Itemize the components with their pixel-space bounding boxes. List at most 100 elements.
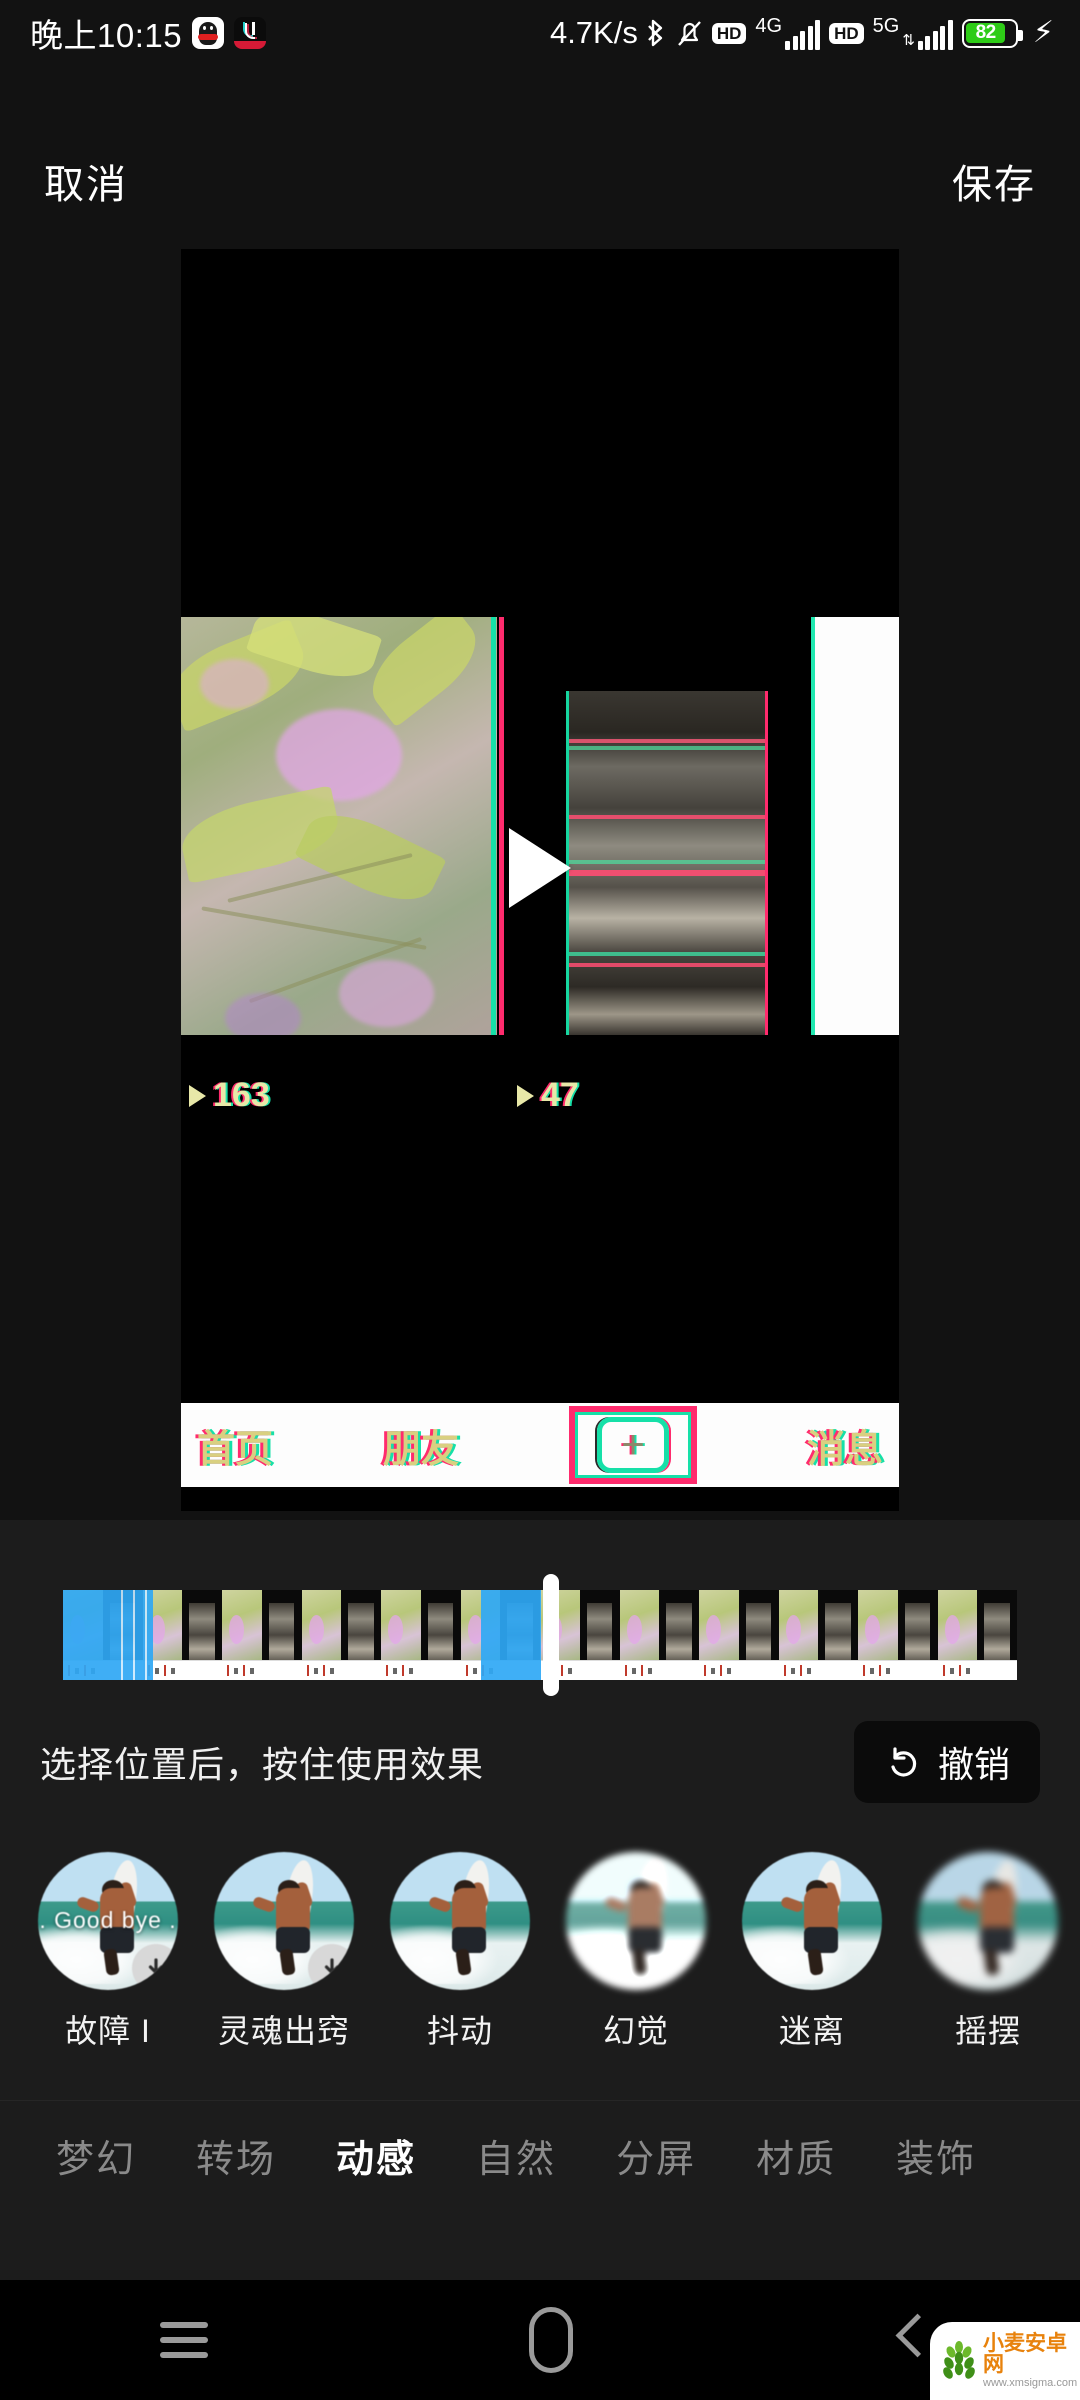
- network-label-sim1: 4G: [755, 15, 783, 37]
- left-clip-view-number: 163: [213, 1076, 270, 1114]
- editor-top-bar: 取消 保存: [0, 126, 1080, 236]
- signal-sim1: 4G: [755, 15, 821, 50]
- effect-label: 故障 I: [65, 2013, 151, 2049]
- timeline-frame: [142, 1590, 222, 1680]
- hint-row: 选择位置后，按住使用效果 撤销: [0, 1716, 1080, 1808]
- inner-nav-friends: 朋友: [383, 1428, 460, 1471]
- tab-dreamy[interactable]: 梦幻: [26, 2128, 166, 2183]
- save-button[interactable]: 保存: [952, 152, 1036, 210]
- category-tab-bar: 梦幻 转场 动感 自然 分屏 材质 装饰: [0, 2100, 1080, 2210]
- status-time: 晚上10:15: [30, 17, 183, 54]
- effect-label: 摇摆: [954, 2013, 1021, 2049]
- effect-thumbnail: [390, 1852, 530, 1990]
- effect-item-dazzle[interactable]: 迷离: [742, 1852, 882, 2052]
- menu-icon[interactable]: [160, 2313, 209, 2367]
- home-icon[interactable]: [528, 2307, 573, 2373]
- signal-bars-sim1: [785, 20, 821, 50]
- timeline-playhead[interactable]: [543, 1574, 559, 1696]
- timeline-frame: [222, 1590, 302, 1680]
- right-clip-view-number: 47: [541, 1076, 579, 1114]
- timeline-frame: [301, 1590, 381, 1680]
- signal-sim2: 5G ⇅: [873, 16, 953, 50]
- battery-icon: 82: [961, 18, 1023, 48]
- status-bar-right: 4.7K/s HD 4G HD 5G ⇅ 82 ⚡: [550, 15, 1054, 51]
- effect-thumbnail: [566, 1852, 706, 1990]
- inner-nav-messages: 消息: [806, 1428, 883, 1471]
- back-chevron-icon[interactable]: [894, 2314, 920, 2366]
- qq-icon: [192, 17, 225, 49]
- effect-label: 抖动: [426, 2013, 493, 2049]
- video-timeline[interactable]: [63, 1590, 1017, 1680]
- undo-label: 撤销: [937, 1744, 1010, 1785]
- status-bar-left: 晚上10:15: [30, 9, 267, 57]
- effect-item-soul-out[interactable]: 灵魂出窍: [214, 1852, 354, 2052]
- right-clip-view-count: 47: [517, 1076, 579, 1115]
- wheat-logo-icon: [940, 2340, 978, 2382]
- hd-badge-sim2: HD: [829, 22, 864, 44]
- inner-nav-add-button: +: [569, 1406, 697, 1484]
- timeline-frame: [381, 1590, 461, 1680]
- video-preview[interactable]: 163 47 首页 朋友 + 消息: [181, 249, 899, 1511]
- effect-item-glitch-1[interactable]: . Good bye . 故障 I: [38, 1852, 178, 2052]
- video-left-clip: [181, 617, 497, 1035]
- effects-panel: 选择位置后，按住使用效果 撤销 . Good bye . 故障 I 灵魂出窍 抖…: [0, 1520, 1080, 2280]
- hint-text: 选择位置后，按住使用效果: [40, 1744, 485, 1785]
- video-frame: 163 47 首页 朋友 + 消息: [181, 617, 899, 1487]
- network-label-sim2: 5G: [872, 15, 900, 37]
- undo-button[interactable]: 撤销: [853, 1721, 1040, 1803]
- download-icon[interactable]: [308, 1944, 354, 1990]
- timeline-effect-segment[interactable]: [63, 1590, 153, 1680]
- tab-split-screen[interactable]: 分屏: [586, 2128, 726, 2183]
- effects-list: . Good bye . 故障 I 灵魂出窍 抖动 幻觉 迷离 摇摆: [0, 1852, 1080, 2052]
- hd-badge-sim1: HD: [711, 22, 747, 44]
- bluetooth-icon: [647, 17, 667, 49]
- effect-label: 灵魂出窍: [217, 2013, 350, 2049]
- effect-item-shake[interactable]: 抖动: [390, 1852, 530, 2052]
- timeline-frame: [937, 1590, 1017, 1680]
- plus-icon: +: [597, 1417, 669, 1473]
- effect-label: 迷离: [778, 2013, 845, 2049]
- tiktok-icon: [234, 17, 267, 49]
- effect-thumbnail: [742, 1852, 882, 1990]
- timeline-frame: [619, 1590, 699, 1680]
- chromatic-edge-cyan: [491, 617, 496, 1035]
- status-bar: 晚上10:15 4.7K/s HD 4G HD 5G ⇅ 82 ⚡: [0, 0, 1080, 66]
- tab-transition[interactable]: 转场: [166, 2128, 306, 2183]
- download-icon[interactable]: [132, 1944, 178, 1990]
- effect-item-hallucination[interactable]: 幻觉: [566, 1852, 706, 2052]
- tab-texture[interactable]: 材质: [726, 2128, 866, 2183]
- effect-thumbnail: . Good bye .: [38, 1852, 178, 1990]
- inner-app-bottom-nav: 首页 朋友 + 消息: [181, 1403, 899, 1487]
- video-white-band: [815, 617, 899, 1035]
- network-speed: 4.7K/s: [549, 15, 638, 50]
- tab-dynamic[interactable]: 动感: [306, 2128, 446, 2183]
- timeline-frame: [699, 1590, 779, 1680]
- tab-natural[interactable]: 自然: [446, 2128, 586, 2183]
- watermark-url: www.xmsigma.com: [983, 2377, 1078, 2389]
- android-navigation-bar: 小麦安卓网 www.xmsigma.com: [0, 2280, 1080, 2400]
- effect-thumbnail: [918, 1852, 1058, 1990]
- play-count-icon: [189, 1084, 206, 1107]
- battery-level: 82: [966, 22, 1005, 43]
- effect-item-sway[interactable]: 摇摆: [918, 1852, 1058, 2052]
- left-clip-view-count: 163: [189, 1076, 270, 1115]
- video-right-clip: [569, 691, 765, 1035]
- signal-bars-sim2: [917, 20, 953, 50]
- play-triangle-icon[interactable]: [509, 828, 571, 908]
- inner-nav-home: 首页: [197, 1428, 274, 1471]
- mute-bell-icon: [676, 18, 703, 48]
- timeline-frame: [858, 1590, 938, 1680]
- effect-label: 幻觉: [602, 2013, 669, 2049]
- play-count-icon: [517, 1084, 534, 1107]
- effect-overlay-text: . Good bye .: [39, 1907, 177, 1934]
- timeline-effect-segment[interactable]: [481, 1590, 541, 1680]
- cancel-button[interactable]: 取消: [44, 152, 128, 210]
- undo-arrow-icon: [884, 1743, 922, 1781]
- tab-decoration[interactable]: 装饰: [866, 2128, 1006, 2183]
- charging-bolt-icon: ⚡: [1032, 16, 1054, 49]
- watermark-text: 小麦安卓网 www.xmsigma.com: [983, 2333, 1077, 2389]
- effect-thumbnail: [214, 1852, 354, 1990]
- watermark-site-name: 小麦安卓网: [983, 2332, 1067, 2376]
- site-watermark: 小麦安卓网 www.xmsigma.com: [930, 2322, 1080, 2400]
- data-transfer-icon: ⇅: [902, 32, 915, 49]
